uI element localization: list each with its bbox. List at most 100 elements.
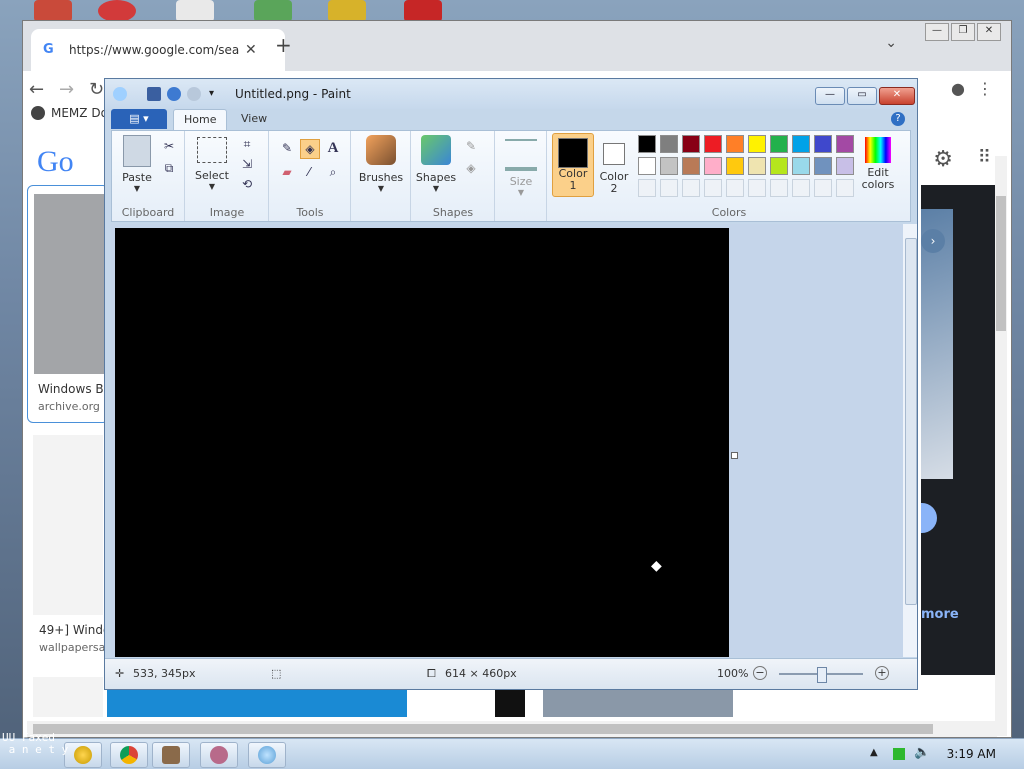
result-thumbnail[interactable]: [33, 677, 103, 717]
tray-expand-icon[interactable]: ▲: [870, 747, 878, 758]
desktop-icon[interactable]: [98, 0, 136, 22]
color-swatch[interactable]: [770, 157, 788, 175]
browser-tab[interactable]: G https://www.google.com/search? ✕: [31, 29, 285, 71]
copy-icon[interactable]: ⧉: [160, 159, 178, 177]
customize-toolbar-icon[interactable]: ▾: [209, 87, 223, 101]
help-icon[interactable]: ?: [891, 112, 905, 126]
taskbar-app[interactable]: [200, 742, 238, 768]
rotate-icon[interactable]: ⟲: [238, 175, 256, 193]
color-swatch[interactable]: [704, 135, 722, 153]
scrollbar-thumb[interactable]: [33, 724, 933, 734]
system-clock[interactable]: 3:19 AM: [947, 747, 996, 761]
redo-icon[interactable]: [187, 87, 201, 101]
scrollbar-thumb[interactable]: [996, 196, 1006, 331]
resize-icon[interactable]: ⇲: [238, 155, 256, 173]
magnifier-icon[interactable]: ⌕: [324, 163, 342, 181]
taskbar-chrome[interactable]: [110, 742, 148, 768]
new-tab-button[interactable]: +: [275, 33, 292, 57]
cut-icon[interactable]: ✂: [160, 137, 178, 155]
color-swatch[interactable]: [704, 157, 722, 175]
color-swatch[interactable]: [638, 135, 656, 153]
color-swatch[interactable]: [792, 135, 810, 153]
forward-arrow-icon[interactable]: →: [59, 79, 74, 100]
chrome-close-button[interactable]: ✕: [977, 23, 1001, 41]
tab-search-chevron-icon[interactable]: ⌄: [885, 35, 897, 51]
zoom-in-button[interactable]: +: [875, 666, 889, 680]
color-swatch[interactable]: [748, 157, 766, 175]
paint-app-icon[interactable]: [113, 87, 127, 101]
preview-next-icon[interactable]: ›: [921, 229, 945, 253]
color2-button[interactable]: Color 2: [596, 133, 632, 195]
apps-grid-icon[interactable]: ⠿: [978, 147, 991, 168]
image-result-card[interactable]: 49+] Window wallpapersaf: [33, 435, 120, 665]
chrome-minimize-button[interactable]: —: [925, 23, 949, 41]
scrollbar-thumb[interactable]: [905, 238, 917, 605]
color-swatch[interactable]: [792, 157, 810, 175]
color-swatch[interactable]: [748, 135, 766, 153]
back-arrow-icon[interactable]: ←: [29, 79, 44, 100]
size-button[interactable]: Size ▼: [500, 135, 542, 197]
color-swatch[interactable]: [726, 157, 744, 175]
canvas-resize-handle[interactable]: [731, 452, 738, 459]
drawing-canvas[interactable]: [115, 228, 729, 657]
crop-icon[interactable]: ⌗: [238, 135, 256, 153]
tray-status-icon[interactable]: [893, 748, 905, 760]
paint-close-button[interactable]: ✕: [879, 87, 915, 105]
paint-minimize-button[interactable]: —: [815, 87, 845, 105]
start-button[interactable]: [64, 742, 102, 768]
custom-color-slot[interactable]: [814, 179, 832, 197]
color-swatch[interactable]: [682, 157, 700, 175]
reload-icon[interactable]: ↻: [89, 79, 104, 100]
color-swatch[interactable]: [814, 135, 832, 153]
color-swatch[interactable]: [682, 135, 700, 153]
page-vertical-scrollbar[interactable]: [995, 156, 1007, 736]
fill-bucket-icon[interactable]: ◈: [300, 139, 320, 159]
color-swatch[interactable]: [638, 157, 656, 175]
chrome-menu-icon[interactable]: ⋮: [977, 79, 993, 98]
settings-gear-icon[interactable]: ⚙: [933, 147, 953, 172]
desktop-icon[interactable]: [404, 0, 442, 22]
taskbar-paint[interactable]: [248, 742, 286, 768]
color1-button[interactable]: Color 1: [552, 133, 594, 197]
save-icon[interactable]: [147, 87, 161, 101]
bookmark-item[interactable]: MEMZ Do: [31, 106, 108, 120]
text-icon[interactable]: A: [324, 139, 342, 157]
color-swatch[interactable]: [814, 157, 832, 175]
edit-colors-button[interactable]: Edit colors: [856, 133, 900, 191]
canvas-vertical-scrollbar[interactable]: [902, 224, 917, 657]
tab-close-icon[interactable]: ✕: [245, 42, 257, 58]
zoom-out-button[interactable]: −: [753, 666, 767, 680]
page-horizontal-scrollbar[interactable]: [27, 721, 997, 737]
desktop-icon[interactable]: [328, 0, 366, 22]
pencil-icon[interactable]: ✎: [278, 139, 296, 157]
volume-icon[interactable]: 🔈: [914, 745, 930, 760]
custom-color-slot[interactable]: [638, 179, 656, 197]
custom-color-slot[interactable]: [660, 179, 678, 197]
paint-maximize-button[interactable]: ▭: [847, 87, 877, 105]
desktop-icon[interactable]: [34, 0, 72, 22]
file-menu-button[interactable]: ▤ ▾: [111, 109, 167, 129]
color-swatch[interactable]: [660, 157, 678, 175]
color-swatch[interactable]: [836, 157, 854, 175]
image-result-card[interactable]: Windows Be archive.org: [27, 185, 111, 423]
color-swatch[interactable]: [660, 135, 678, 153]
select-button[interactable]: Select ▼: [192, 137, 232, 191]
undo-icon[interactable]: [167, 87, 181, 101]
custom-color-slot[interactable]: [770, 179, 788, 197]
profile-avatar-icon[interactable]: ●: [951, 79, 965, 98]
brushes-button[interactable]: Brushes ▼: [356, 135, 406, 193]
paste-button[interactable]: Paste ▼: [116, 135, 158, 193]
color-swatch[interactable]: [770, 135, 788, 153]
shapes-button[interactable]: Shapes ▼: [414, 135, 458, 193]
fill-icon[interactable]: ◈: [462, 159, 480, 177]
outline-icon[interactable]: ✎: [462, 137, 480, 155]
taskbar-app[interactable]: [152, 742, 190, 768]
more-link[interactable]: more: [921, 607, 959, 622]
zoom-slider-thumb[interactable]: [817, 667, 827, 683]
tab-home[interactable]: Home: [173, 109, 228, 130]
desktop-icon[interactable]: [254, 0, 292, 22]
color-swatch[interactable]: [726, 135, 744, 153]
custom-color-slot[interactable]: [836, 179, 854, 197]
custom-color-slot[interactable]: [792, 179, 810, 197]
eraser-icon[interactable]: ▰: [278, 163, 296, 181]
